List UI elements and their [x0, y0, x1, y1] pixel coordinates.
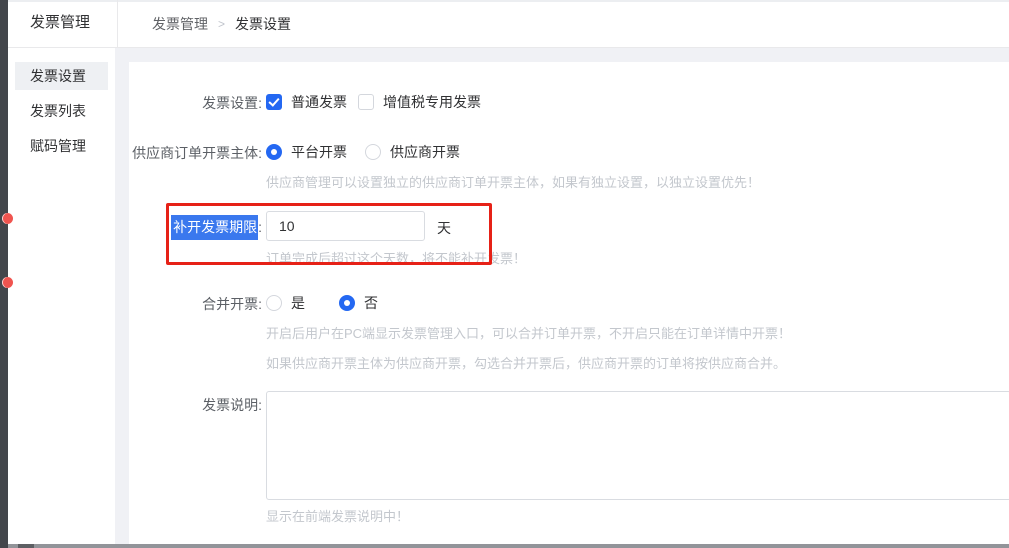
- breadcrumb: 发票管理 > 发票设置: [152, 0, 291, 48]
- reissue-period-unit: 天: [437, 218, 451, 238]
- merge-invoice-options: 是 否: [266, 293, 378, 313]
- radio-label[interactable]: 平台开票: [291, 142, 347, 162]
- radio-merge-no[interactable]: [339, 295, 355, 311]
- invoice-type-label: 发票设置:: [130, 93, 262, 113]
- sidebar-item-invoice-list[interactable]: 发票列表: [15, 97, 108, 125]
- label-colon: :: [258, 219, 262, 235]
- checkbox-label[interactable]: 增值税专用发票: [383, 92, 481, 112]
- collapsed-nav-rail: [0, 0, 8, 548]
- radio-supplier-invoicing[interactable]: [365, 144, 381, 160]
- scrollbar-thumb[interactable]: [18, 544, 34, 548]
- checkbox-label[interactable]: 普通发票: [291, 92, 347, 112]
- merge-invoice-help-1: 开启后用户在PC端显示发票管理入口，可以合并订单开票，不开启只能在订单详情中开票…: [266, 323, 791, 342]
- merge-invoice-help-2: 如果供应商开票主体为供应商开票，勾选合并开票后，供应商开票的订单将按供应商合并。: [266, 353, 786, 372]
- radio-platform-invoicing[interactable]: [266, 144, 282, 160]
- notification-badge-icon: [2, 277, 13, 288]
- radio-label[interactable]: 否: [364, 293, 378, 313]
- radio-label[interactable]: 供应商开票: [390, 142, 460, 162]
- radio-merge-yes[interactable]: [266, 295, 282, 311]
- reissue-period-input[interactable]: [266, 211, 425, 241]
- reissue-period-help: 订单完成后超过这个天数，将不能补开发票！: [266, 248, 526, 267]
- checkbox-ordinary-invoice[interactable]: [266, 94, 282, 110]
- header-divider: [117, 0, 118, 48]
- invoice-settings-page: 发票管理 发票管理 > 发票设置 发票设置 发票列表 赋码管理 发票设置: 普通…: [0, 0, 1009, 548]
- selected-text-highlight: 补开发票期限: [171, 215, 258, 240]
- merge-invoice-label: 合并开票:: [130, 294, 262, 314]
- notification-badge-icon: [2, 213, 13, 224]
- invoice-note-label: 发票说明:: [130, 395, 262, 415]
- reissue-period-label: 补开发票期限:: [130, 217, 262, 237]
- chevron-right-icon: >: [218, 17, 225, 31]
- invoice-type-options: 普通发票 增值税专用发票: [266, 92, 481, 112]
- breadcrumb-current: 发票设置: [235, 14, 291, 34]
- radio-label[interactable]: 是: [291, 293, 305, 313]
- supplier-subject-help: 供应商管理可以设置独立的供应商订单开票主体，如果有独立设置，以独立设置优先！: [266, 172, 760, 191]
- horizontal-scrollbar[interactable]: [0, 544, 1009, 548]
- module-title: 发票管理: [30, 0, 90, 48]
- sidebar-item-invoice-settings[interactable]: 发票设置: [15, 62, 108, 90]
- invoice-note-help: 显示在前端发票说明中！: [266, 506, 409, 525]
- supplier-subject-label: 供应商订单开票主体:: [130, 143, 262, 163]
- invoice-note-textarea[interactable]: [266, 391, 1009, 500]
- breadcrumb-parent[interactable]: 发票管理: [152, 14, 208, 34]
- sidebar-item-code-management[interactable]: 赋码管理: [15, 132, 108, 160]
- checkbox-vat-special-invoice[interactable]: [358, 94, 374, 110]
- supplier-subject-options: 平台开票 供应商开票: [266, 142, 460, 162]
- sidebar-menu: 发票设置 发票列表 赋码管理: [8, 48, 115, 544]
